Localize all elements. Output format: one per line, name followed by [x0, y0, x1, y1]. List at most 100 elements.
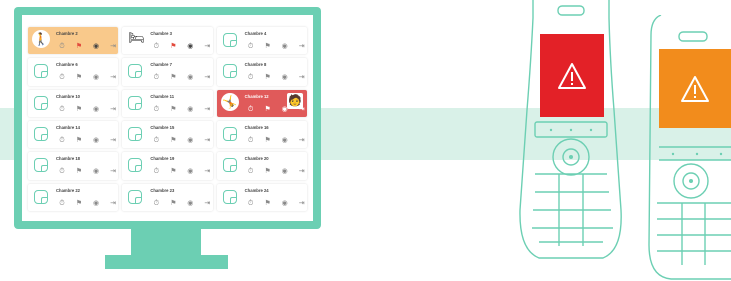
flag-icon[interactable]: ⚑: [169, 43, 177, 51]
exit-icon[interactable]: ⇥: [298, 200, 306, 208]
exit-icon[interactable]: ⇥: [109, 74, 117, 82]
eye-icon[interactable]: ◉: [186, 168, 194, 176]
room-name: Chambre 11: [150, 93, 175, 99]
flag-icon[interactable]: ⚑: [169, 137, 177, 145]
flag-icon[interactable]: ⚑: [264, 137, 272, 145]
room-card[interactable]: Chambre 24 ⏱ ⚑ ◉ ⇥: [216, 183, 307, 211]
flag-icon[interactable]: ⚑: [75, 74, 83, 82]
eye-icon[interactable]: ◉: [92, 168, 100, 176]
flag-icon[interactable]: ⚑: [75, 137, 83, 145]
exit-icon[interactable]: ⇥: [203, 168, 211, 176]
room-card[interactable]: Chambre 20 ⏱ ⚑ ◉ ⇥: [216, 152, 307, 180]
room-card[interactable]: Chambre 7 ⏱ ⚑ ◉ ⇥: [122, 58, 213, 86]
eye-icon[interactable]: ◉: [281, 74, 289, 82]
timer-icon[interactable]: ⏱: [152, 137, 160, 145]
exit-icon[interactable]: ⇥: [109, 43, 117, 51]
exit-icon[interactable]: ⇥: [109, 200, 117, 208]
room-card[interactable]: Chambre 15 ⏱ ⚑ ◉ ⇥: [122, 121, 213, 149]
room-card[interactable]: 🤸 Chambre 12 ⏱ ⚑ ◉ ⇥ 🧑: [216, 89, 307, 117]
room-card[interactable]: Chambre 19 ⏱ ⚑ ◉ ⇥: [122, 152, 213, 180]
eye-icon[interactable]: ◉: [186, 137, 194, 145]
flag-icon[interactable]: ⚑: [264, 200, 272, 208]
room-actions: ⏱ ⚑ ◉ ⇥: [58, 106, 117, 114]
timer-icon[interactable]: ⏱: [152, 106, 160, 114]
timer-icon[interactable]: ⏱: [247, 106, 255, 114]
room-card[interactable]: Chambre 11 ⏱ ⚑ ◉ ⇥: [122, 89, 213, 117]
flag-icon[interactable]: ⚑: [75, 43, 83, 51]
eye-icon[interactable]: ◉: [281, 168, 289, 176]
timer-icon[interactable]: ⏱: [247, 137, 255, 145]
timer-icon[interactable]: ⏱: [247, 168, 255, 176]
flag-icon[interactable]: ⚑: [75, 168, 83, 176]
flag-icon[interactable]: ⚑: [169, 74, 177, 82]
flag-icon[interactable]: ⚑: [75, 106, 83, 114]
flag-icon[interactable]: ⚑: [264, 43, 272, 51]
room-actions: ⏱ ⚑ ◉ ⇥: [152, 137, 211, 145]
eye-icon[interactable]: ◉: [92, 106, 100, 114]
eye-icon[interactable]: ◉: [92, 74, 100, 82]
exit-icon[interactable]: ⇥: [203, 106, 211, 114]
room-status-icon: [222, 33, 237, 47]
room-actions: ⏱ ⚑ ◉ ⇥: [152, 200, 211, 208]
eye-icon[interactable]: ◉: [186, 106, 194, 114]
flag-icon[interactable]: ⚑: [169, 168, 177, 176]
timer-icon[interactable]: ⏱: [152, 43, 160, 51]
exit-icon[interactable]: ⇥: [298, 168, 306, 176]
exit-icon[interactable]: ⇥: [109, 168, 117, 176]
room-card[interactable]: Chambre 4 ⏱ ⚑ ◉ ⇥: [216, 27, 307, 55]
flag-icon[interactable]: ⚑: [169, 106, 177, 114]
eye-icon[interactable]: ◉: [281, 137, 289, 145]
exit-icon[interactable]: ⇥: [298, 137, 306, 145]
room-card[interactable]: Chambre 10 ⏱ ⚑ ◉ ⇥: [28, 89, 119, 117]
timer-icon[interactable]: ⏱: [247, 200, 255, 208]
timer-icon[interactable]: ⏱: [247, 43, 255, 51]
timer-icon[interactable]: ⏱: [58, 43, 66, 51]
exit-icon[interactable]: ⇥: [203, 200, 211, 208]
flag-icon[interactable]: ⚑: [75, 200, 83, 208]
room-card[interactable]: Chambre 18 ⏱ ⚑ ◉ ⇥: [28, 152, 119, 180]
eye-icon[interactable]: ◉: [281, 200, 289, 208]
flag-icon[interactable]: ⚑: [264, 168, 272, 176]
room-card[interactable]: Chambre 8 ⏱ ⚑ ◉ ⇥: [216, 58, 307, 86]
flag-icon[interactable]: ⚑: [169, 200, 177, 208]
eye-icon[interactable]: ◉: [281, 43, 289, 51]
exit-icon[interactable]: ⇥: [109, 106, 117, 114]
eye-icon[interactable]: ◉: [186, 43, 194, 51]
timer-icon[interactable]: ⏱: [152, 200, 160, 208]
warning-icon: [681, 75, 709, 102]
timer-icon[interactable]: ⏱: [58, 200, 66, 208]
flag-icon[interactable]: ⚑: [264, 74, 272, 82]
exit-icon[interactable]: ⇥: [203, 137, 211, 145]
exit-icon[interactable]: ⇥: [203, 43, 211, 51]
room-name: Chambre 6: [56, 62, 78, 68]
room-card[interactable]: Chambre 23 ⏱ ⚑ ◉ ⇥: [122, 183, 213, 211]
room-actions: ⏱ ⚑ ◉ ⇥: [152, 74, 211, 82]
timer-icon[interactable]: ⏱: [152, 168, 160, 176]
eye-icon[interactable]: ◉: [186, 200, 194, 208]
exit-icon[interactable]: ⇥: [109, 137, 117, 145]
flag-icon[interactable]: ⚑: [264, 106, 272, 114]
room-card[interactable]: Chambre 14 ⏱ ⚑ ◉ ⇥: [28, 121, 119, 149]
eye-icon[interactable]: ◉: [186, 74, 194, 82]
room-status-icon: [222, 189, 237, 204]
timer-icon[interactable]: ⏱: [58, 168, 66, 176]
exit-icon[interactable]: ⇥: [298, 74, 306, 82]
timer-icon[interactable]: ⏱: [152, 74, 160, 82]
exit-icon[interactable]: ⇥: [298, 43, 306, 51]
room-card[interactable]: 🛏 Chambre 3 ⏱ ⚑ ◉ ⇥: [122, 27, 213, 55]
eye-icon[interactable]: ◉: [92, 43, 100, 51]
room-card[interactable]: Chambre 6 ⏱ ⚑ ◉ ⇥: [28, 58, 119, 86]
room-actions: ⏱ ⚑ ◉ ⇥: [152, 106, 211, 114]
eye-icon[interactable]: ◉: [92, 200, 100, 208]
room-card[interactable]: Chambre 16 ⏱ ⚑ ◉ ⇥: [216, 121, 307, 149]
eye-icon[interactable]: ◉: [92, 137, 100, 145]
timer-icon[interactable]: ⏱: [58, 74, 66, 82]
timer-icon[interactable]: ⏱: [58, 137, 66, 145]
monitor-stand-neck: [131, 229, 201, 255]
room-card[interactable]: Chambre 22 ⏱ ⚑ ◉ ⇥: [28, 183, 119, 211]
timer-icon[interactable]: ⏱: [58, 106, 66, 114]
room-status-icon: [222, 64, 237, 79]
timer-icon[interactable]: ⏱: [247, 74, 255, 82]
room-card[interactable]: 🚶 Chambre 2 ⏱ ⚑ ◉ ⇥: [28, 27, 119, 55]
exit-icon[interactable]: ⇥: [203, 74, 211, 82]
